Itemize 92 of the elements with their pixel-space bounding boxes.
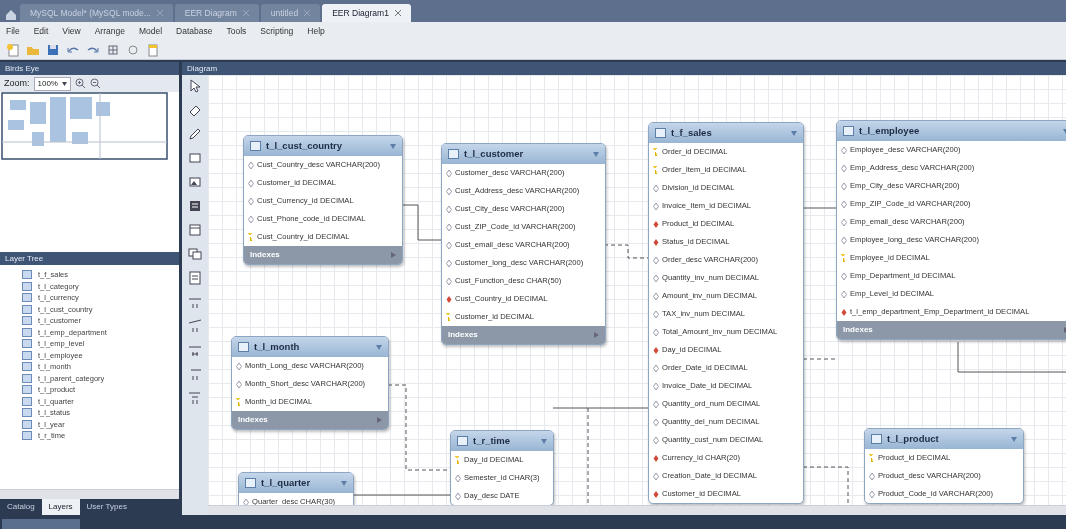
table-icon [843,126,854,136]
collapse-icon[interactable] [541,438,547,444]
key-icon [248,232,254,242]
close-icon[interactable] [394,10,401,16]
entity-card[interactable] [836,120,1066,340]
pointer-icon[interactable] [188,79,202,93]
table-icon [448,149,459,159]
indexes-label: Indexes [843,324,873,336]
document-tab[interactable]: EER Diagram1 [322,4,411,22]
menu-item[interactable]: Tools [226,24,247,38]
table-icon [238,342,249,352]
collapse-icon[interactable] [593,151,599,157]
key-icon [653,165,659,175]
close-icon[interactable] [304,10,311,16]
diamond-icon [243,497,249,505]
horizontal-scrollbar[interactable] [208,505,1066,515]
table-title: t_f_sales [671,125,713,140]
collapse-icon[interactable] [1011,436,1017,442]
dropdown-icon [62,81,67,86]
table-title: t_l_cust_country [266,138,344,153]
relationship-icon[interactable] [188,319,202,333]
note-icon[interactable] [188,199,202,213]
menu-item[interactable]: File [6,24,20,38]
zoom-out-icon[interactable] [90,78,101,89]
panel-header: Birds Eye [0,62,179,75]
key-icon [236,397,242,407]
menu-item[interactable]: Edit [33,24,49,38]
menu-item[interactable]: View [62,24,81,38]
table-icon [245,478,256,488]
table-title: t_l_quarter [261,475,312,490]
panel-header: Diagram [182,62,1066,75]
grid-icon[interactable] [106,42,120,57]
zoom-label: Zoom: [4,76,30,90]
menu-item[interactable]: Help [307,24,325,38]
panel-tab[interactable]: User Types [79,499,134,515]
zoom-in-icon[interactable] [75,78,86,89]
table-icon [250,141,261,151]
menu-item[interactable]: Model [138,24,163,38]
panel-header: Layer Tree [0,252,179,265]
collapse-icon[interactable] [390,143,396,149]
zoom-select[interactable]: 100% [33,76,71,91]
relationship-icon[interactable] [188,343,202,357]
rectangle-icon[interactable] [188,151,202,165]
collapse-icon[interactable] [376,344,382,350]
table-title: t_r_time [473,433,511,448]
collapse-icon[interactable] [341,480,347,486]
menu-item[interactable]: Arrange [94,24,125,38]
indexes-label: Indexes [448,329,478,341]
indexes-label: Indexes [238,414,268,426]
menu-item[interactable]: Scripting [260,24,294,38]
relationship-line [603,244,649,259]
close-icon[interactable] [156,10,163,16]
close-icon[interactable] [242,10,249,16]
relationship-line [802,207,837,209]
panel-tab[interactable]: Catalog [0,499,42,515]
table-title: t_l_product [887,431,940,446]
expand-icon[interactable] [594,332,599,338]
key-icon [446,312,452,322]
image-icon[interactable] [188,175,202,189]
entity-card[interactable] [441,143,606,345]
relationship-icon[interactable] [188,295,202,309]
relationship-icon[interactable] [188,391,202,405]
table-icon [871,434,882,444]
table-title: t_l_customer [464,146,525,161]
key-icon [841,253,847,263]
table-icon [457,436,468,446]
table-title: t_l_month [254,339,301,354]
collapse-icon[interactable] [791,130,797,136]
table-title: t_l_employee [859,123,921,138]
relationship-icon[interactable] [188,367,202,381]
document-icon[interactable] [146,42,160,57]
table-icon [655,128,666,138]
view-icon[interactable] [188,247,202,261]
new-file-icon[interactable] [6,42,20,57]
relationship-line [802,358,837,360]
indexes-label: Indexes [250,249,280,261]
eraser-icon[interactable] [188,103,202,117]
key-icon [653,147,659,157]
routine-icon[interactable] [188,271,202,285]
menu-item[interactable]: Database [176,24,213,38]
entity-card[interactable] [648,122,804,504]
pencil-icon[interactable] [188,127,202,141]
circle-icon[interactable] [126,42,140,57]
relationship-line [802,466,849,505]
key-icon [455,455,461,465]
save-icon[interactable] [46,42,60,57]
horizontal-scrollbar[interactable] [0,489,179,499]
panel-tab[interactable]: Layers [41,499,80,515]
table-icon[interactable] [188,223,202,237]
key-icon [869,453,875,463]
expand-icon[interactable] [391,252,396,258]
expand-icon[interactable] [377,417,382,423]
